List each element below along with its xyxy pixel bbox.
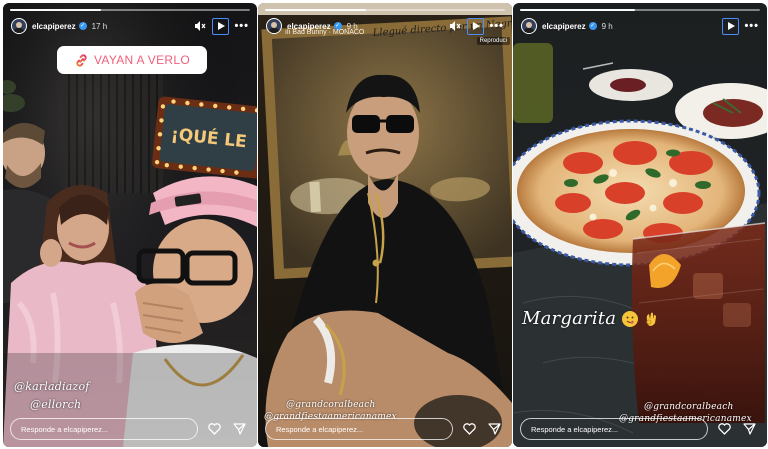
story-footer: Responde a elcapiperez...: [265, 418, 505, 440]
mention-tag[interactable]: @grandcoralbeach: [644, 402, 733, 412]
story-progress-bar: [520, 9, 760, 11]
more-options-button[interactable]: •••: [489, 20, 504, 32]
story-1[interactable]: ¡QUÉ LE elcapiperez ✓ 17 h ••• VAYAN A V…: [3, 3, 257, 447]
more-options-button[interactable]: •••: [234, 20, 249, 32]
play-tooltip: Reproduci: [476, 37, 510, 45]
verified-badge-icon: ✓: [78, 22, 87, 30]
story-header: elcapiperez ✓ 9 h •••: [521, 15, 759, 37]
mention-tag[interactable]: @ellorch: [30, 398, 81, 411]
avatar[interactable]: [521, 18, 537, 34]
play-button[interactable]: [467, 17, 485, 35]
link-sticker[interactable]: VAYAN A VERLO: [57, 46, 207, 74]
play-icon: [727, 22, 735, 30]
username[interactable]: elcapiperez: [542, 22, 586, 31]
send-icon[interactable]: [230, 420, 248, 438]
story-footer: Responde a elcapiperez...: [10, 418, 250, 440]
mute-icon[interactable]: [447, 18, 463, 34]
story-2-photo: Llegué directo por un Negroni: [258, 3, 512, 447]
avatar[interactable]: [266, 18, 282, 34]
reply-input[interactable]: Responde a elcapiperez...: [265, 418, 453, 440]
heart-icon[interactable]: [460, 420, 478, 438]
story-2[interactable]: Llegué directo por un Negroni elcapipere…: [258, 3, 512, 447]
avatar[interactable]: [11, 18, 27, 34]
play-icon: [472, 22, 480, 30]
mention-tag[interactable]: @grandcoralbeach: [286, 400, 375, 410]
story-footer: Responde a elcapiperez...: [520, 418, 760, 440]
story-progress-fill: [265, 9, 366, 11]
reply-input[interactable]: Responde a elcapiperez...: [10, 418, 198, 440]
send-icon[interactable]: [485, 420, 503, 438]
username[interactable]: elcapiperez: [32, 22, 76, 31]
heart-icon[interactable]: [715, 420, 733, 438]
play-button[interactable]: [212, 17, 230, 35]
send-icon[interactable]: [740, 420, 758, 438]
reply-input[interactable]: Responde a elcapiperez...: [520, 418, 708, 440]
music-label[interactable]: ılı Bad Bunny · MONACO: [285, 29, 364, 36]
story-caption: Margarita: [522, 308, 658, 329]
story-header: elcapiperez ✓ 17 h •••: [11, 15, 249, 37]
savoring-face-emoji: [622, 311, 639, 327]
play-button[interactable]: [722, 17, 740, 35]
stories-row: ¡QUÉ LE elcapiperez ✓ 17 h ••• VAYAN A V…: [0, 0, 768, 449]
story-3[interactable]: elcapiperez ✓ 9 h ••• Margarita @grandco…: [513, 3, 767, 447]
story-progress-fill: [520, 9, 636, 11]
heart-icon[interactable]: [205, 420, 223, 438]
link-icon: [76, 53, 87, 67]
caption-text: Margarita: [522, 308, 617, 329]
post-time: 9 h: [601, 21, 613, 31]
music-note-icon: ılı: [285, 29, 291, 36]
story-progress-bar: [10, 9, 250, 11]
post-time: 17 h: [91, 21, 108, 31]
ok-hand-emoji: [644, 311, 658, 327]
mention-tag[interactable]: @karladiazof: [14, 380, 90, 393]
more-options-button[interactable]: •••: [744, 20, 759, 32]
play-icon: [217, 22, 225, 30]
link-sticker-label: VAYAN A VERLO: [94, 53, 190, 67]
story-progress-bar: [265, 9, 505, 11]
music-track: Bad Bunny · MONACO: [292, 29, 365, 36]
mute-icon[interactable]: [192, 18, 208, 34]
story-progress-fill: [10, 9, 102, 11]
story-3-photo: [513, 3, 767, 447]
verified-badge-icon: ✓: [588, 22, 597, 30]
